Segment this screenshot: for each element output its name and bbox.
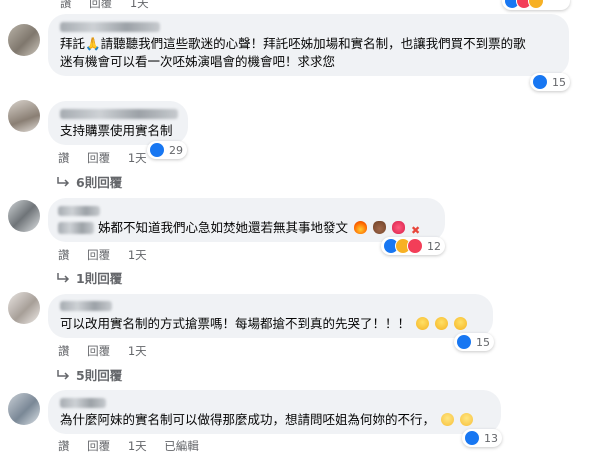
comment-bubble: 支持購票使用實名制	[48, 101, 188, 145]
like-reaction-icon	[456, 334, 472, 350]
like-action[interactable]: 讚	[58, 344, 70, 358]
comment-text: 支持購票使用實名制	[60, 123, 173, 138]
comment-bubble: 拜託🙏請聽聽我們這些歌迷的心聲！拜託呸姊加場和實名制，也讓我們買不到票的歌 迷有…	[48, 14, 569, 76]
reaction-summary[interactable]: 15	[530, 73, 570, 91]
edited-label[interactable]: 已編輯	[164, 439, 199, 453]
like-reaction-icon	[532, 74, 548, 90]
reaction-summary[interactable]: 15	[454, 333, 494, 351]
kiss-emoji-icon	[391, 221, 405, 234]
author-name[interactable]	[60, 22, 160, 32]
sad-face-emoji-icon	[441, 413, 454, 426]
cross-emoji-icon: ✖	[410, 224, 421, 237]
timestamp[interactable]: 1天	[128, 439, 147, 453]
comment-actions: 讚 回覆 1天 已編輯	[58, 438, 213, 454]
like-reaction-icon	[464, 430, 480, 446]
author-name[interactable]	[60, 398, 106, 408]
sad-face-emoji-icon	[459, 413, 473, 426]
replies-count-label: 1則回覆	[76, 271, 123, 286]
avatar[interactable]	[8, 200, 40, 232]
comment-actions: 讚 回覆 1天	[58, 343, 161, 359]
view-replies-link[interactable]: 5則回覆	[56, 365, 122, 384]
reaction-count: 29	[169, 143, 183, 157]
avatar[interactable]	[8, 393, 40, 425]
reply-action[interactable]: 回覆	[87, 439, 110, 453]
comment-text: 為什麼阿妹的實名制可以做得那麼成功，想請問呸姐為何妳的不行，	[60, 410, 473, 430]
crying-emoji-icon	[434, 317, 448, 330]
partial-comment-actions: 讚 回覆 1天	[60, 0, 163, 11]
author-name[interactable]	[60, 109, 178, 119]
fire-emoji-icon	[354, 221, 367, 234]
reply-action[interactable]: 回覆	[89, 0, 112, 10]
like-action[interactable]: 讚	[58, 248, 70, 262]
avatar[interactable]	[8, 100, 40, 132]
comment-bubble: 可以改用實名制的方式搶票嗎！每場都搶不到真的先哭了！！！	[48, 294, 493, 338]
reply-arrow-icon	[57, 369, 70, 380]
sad-reaction-icon	[528, 0, 544, 9]
reaction-summary[interactable]: 12	[381, 237, 445, 255]
reaction-count: 15	[552, 75, 566, 89]
reply-arrow-icon	[57, 176, 70, 187]
author-name[interactable]	[58, 206, 100, 216]
comment-bubble: 姊都不知道我們心急如焚她還若無其事地發文 ✖	[48, 198, 445, 242]
timestamp[interactable]: 1天	[128, 248, 147, 262]
comment-text: 姊都不知道我們心急如焚她還若無其事地發文 ✖	[98, 220, 421, 237]
comment-bubble: 為什麼阿妹的實名制可以做得那麼成功，想請問呸姐為何妳的不行，	[48, 390, 501, 434]
reaction-summary[interactable]	[502, 0, 570, 10]
comment-text-line-1: 拜託🙏請聽聽我們這些歌迷的心聲！拜託呸姊加場和實名制，也讓我們買不到票的歌	[60, 36, 526, 51]
timestamp[interactable]: 1天	[128, 344, 147, 358]
avatar[interactable]	[8, 24, 40, 56]
poop-emoji-icon	[372, 221, 386, 234]
avatar[interactable]	[8, 292, 40, 324]
timestamp[interactable]: 1天	[130, 0, 149, 10]
comment-actions: 讚 回覆 1天	[58, 150, 161, 166]
replies-count-label: 5則回覆	[76, 368, 123, 383]
reply-action[interactable]: 回覆	[87, 151, 110, 165]
reaction-summary[interactable]: 13	[462, 429, 502, 447]
reply-arrow-icon	[57, 272, 70, 283]
view-replies-link[interactable]: 1則回覆	[56, 268, 122, 287]
author-name[interactable]	[60, 301, 112, 311]
reaction-count: 12	[427, 239, 441, 253]
like-action[interactable]: 讚	[58, 439, 70, 453]
comment-text: 可以改用實名制的方式搶票嗎！每場都搶不到真的先哭了！！！	[60, 314, 467, 334]
comment-text-line-2: 迷有機會可以看一次呸姊演唱會的機會吧！求求您	[60, 54, 336, 69]
replies-count-label: 6則回覆	[76, 175, 123, 190]
timestamp[interactable]: 1天	[128, 151, 147, 165]
reply-action[interactable]: 回覆	[87, 248, 110, 262]
comment-actions: 讚 回覆 1天	[58, 247, 161, 263]
reply-action[interactable]: 回覆	[87, 344, 110, 358]
like-action[interactable]: 讚	[58, 151, 70, 165]
like-action[interactable]: 讚	[60, 0, 72, 10]
crying-emoji-icon	[416, 317, 429, 330]
view-replies-link[interactable]: 6則回覆	[56, 172, 122, 191]
love-reaction-icon	[407, 238, 423, 254]
author-name-extra	[58, 222, 94, 234]
reaction-count: 13	[484, 431, 498, 445]
crying-emoji-icon	[453, 317, 467, 330]
reaction-count: 15	[476, 335, 490, 349]
